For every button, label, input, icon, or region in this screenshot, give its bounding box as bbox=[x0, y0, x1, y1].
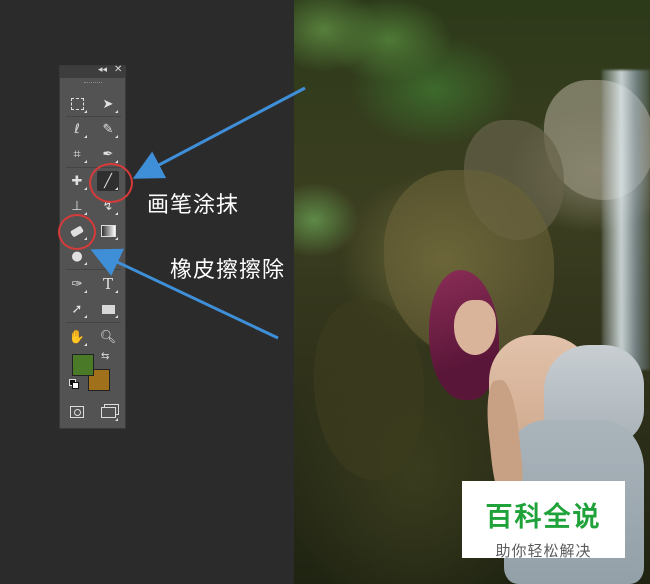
watermark-subtitle: 助你轻松解决 bbox=[495, 542, 592, 560]
watermark: 百科全说 助你轻松解决 bbox=[462, 481, 625, 560]
eraser-annotation-label: 橡皮擦擦除 bbox=[170, 258, 286, 283]
brush-annotation-label: 画笔涂抹 bbox=[147, 193, 240, 218]
brush-arrow bbox=[132, 86, 306, 179]
watermark-title: 百科全说 bbox=[485, 502, 602, 533]
foreground-color-swatch[interactable] bbox=[72, 354, 94, 376]
